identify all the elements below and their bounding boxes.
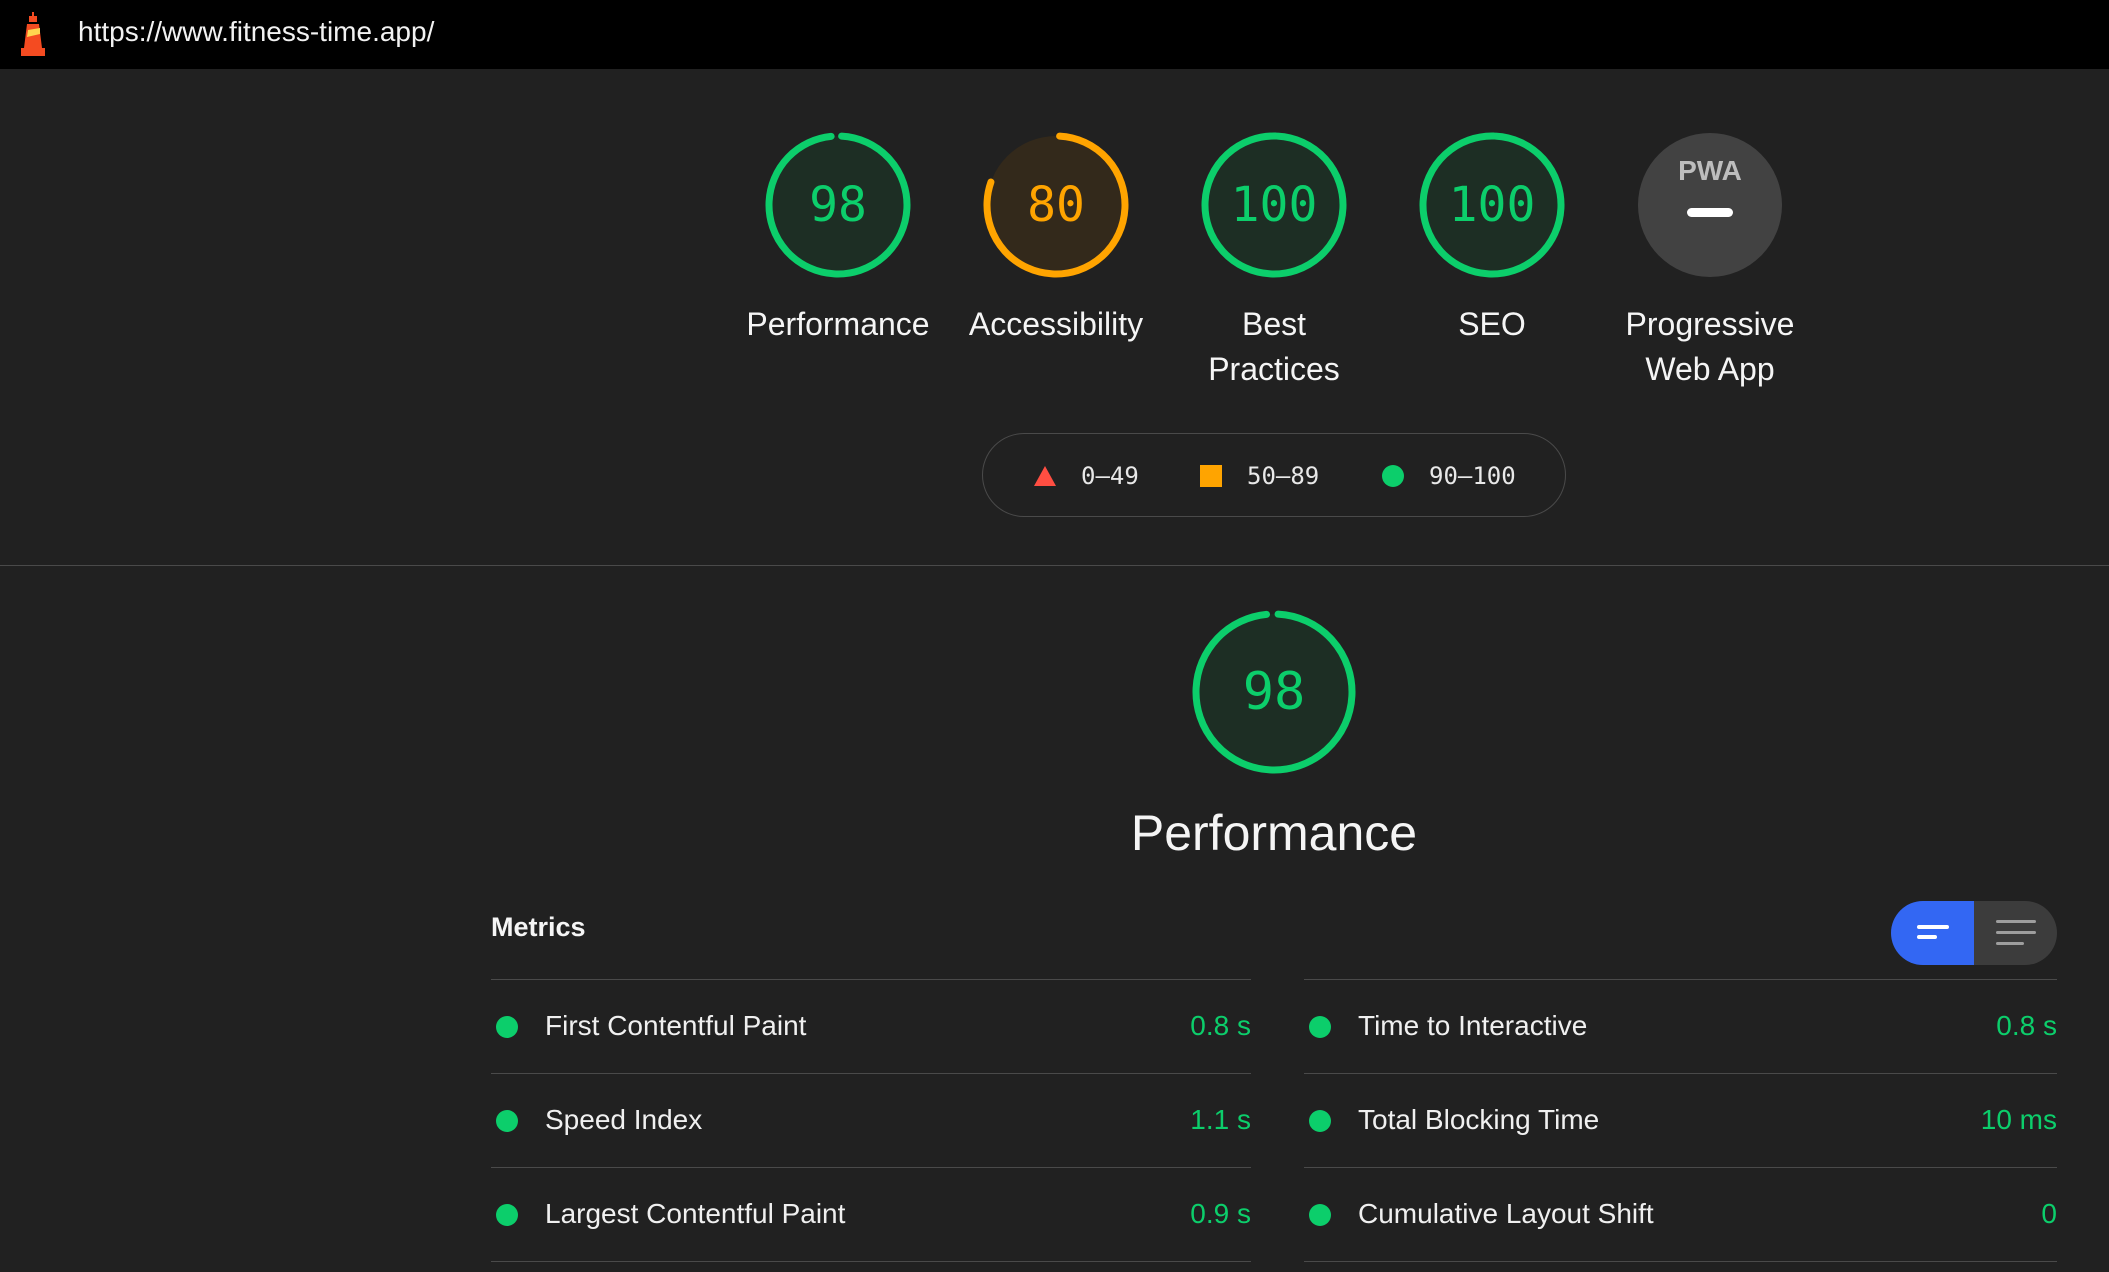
- summary-view-icon: [1916, 925, 1949, 939]
- section-title: Performance: [1130, 805, 1418, 861]
- compact-view-button[interactable]: [1891, 901, 1974, 965]
- legend-average-label: 50–89: [1247, 462, 1320, 490]
- metric-row[interactable]: Time to Interactive 0.8 s: [1304, 979, 2057, 1073]
- expanded-view-button[interactable]: [1974, 901, 2057, 965]
- legend-fail-label: 0–49: [1081, 462, 1139, 490]
- pass-indicator-icon: [496, 1110, 518, 1132]
- metric-value: 0.8 s: [1996, 1010, 2057, 1041]
- legend-fail: 0–49: [1033, 434, 1139, 518]
- gauge-best-practices[interactable]: 100 Best Practices: [1164, 130, 1384, 390]
- metrics-header: Metrics: [491, 912, 586, 942]
- metric-value: 0.8 s: [1190, 1010, 1251, 1041]
- gauge-label: Performance: [746, 306, 930, 342]
- pass-indicator-icon: [1309, 1204, 1331, 1226]
- metric-name: Total Blocking Time: [1358, 1104, 1600, 1135]
- metrics-view-toggle[interactable]: [1891, 901, 2057, 965]
- circle-icon: [1382, 465, 1404, 487]
- gauge-score: 80: [1027, 177, 1085, 233]
- gauge-score: 100: [1448, 177, 1536, 233]
- pass-indicator-icon: [1309, 1016, 1331, 1038]
- top-bar: https://www.fitness-time.app/: [0, 0, 2109, 69]
- list-view-icon: [1995, 920, 2036, 945]
- gauge-performance[interactable]: 98 Performance: [728, 130, 948, 390]
- metric-name: Time to Interactive: [1358, 1010, 1588, 1041]
- pwa-badge-icon: PWA: [1638, 133, 1782, 277]
- metric-name: Largest Contentful Paint: [545, 1198, 846, 1229]
- gauge-accessibility[interactable]: 80 Accessibility: [946, 130, 1166, 390]
- metrics-column-left: First Contentful Paint 0.8 s Speed Index…: [491, 979, 1251, 1262]
- metric-row[interactable]: First Contentful Paint 0.8 s: [491, 979, 1251, 1073]
- legend-pass-label: 90–100: [1429, 462, 1516, 490]
- svg-text:PWA: PWA: [1678, 155, 1742, 186]
- gauge-pwa[interactable]: PWA Progressive Web App: [1600, 130, 1820, 390]
- metric-row[interactable]: Largest Contentful Paint 0.9 s: [491, 1167, 1251, 1262]
- category-gauges: 98 Performance 80 Accessibility 100 Best…: [0, 130, 2109, 400]
- page-url: https://www.fitness-time.app/: [78, 16, 435, 47]
- legend-pass: 90–100: [1381, 434, 1516, 518]
- pass-indicator-icon: [496, 1016, 518, 1038]
- gauge-label: Best Practices: [1208, 306, 1340, 387]
- score-scale-legend: 0–49 50–89 90–100: [982, 433, 1566, 517]
- metric-value: 0: [2041, 1198, 2057, 1229]
- gauge-score: 100: [1230, 177, 1318, 233]
- performance-gauge-large: 98: [1190, 608, 1358, 776]
- performance-score: 98: [1242, 662, 1306, 722]
- section-divider: [0, 565, 2109, 566]
- lighthouse-icon: [21, 12, 45, 56]
- metric-row[interactable]: Cumulative Layout Shift 0: [1304, 1167, 2057, 1262]
- gauge-label: Progressive Web App: [1625, 306, 1795, 387]
- gauge-label: SEO: [1458, 306, 1526, 342]
- metrics-column-right: Time to Interactive 0.8 s Total Blocking…: [1304, 979, 2057, 1262]
- metric-value: 10 ms: [1980, 1104, 2057, 1135]
- pass-indicator-icon: [1309, 1110, 1331, 1132]
- pass-indicator-icon: [496, 1204, 518, 1226]
- metric-name: First Contentful Paint: [545, 1010, 807, 1041]
- triangle-icon: [1034, 466, 1056, 486]
- gauge-seo[interactable]: 100 SEO: [1382, 130, 1602, 390]
- square-icon: [1200, 465, 1222, 487]
- metric-row[interactable]: Total Blocking Time 10 ms: [1304, 1073, 2057, 1167]
- gauge-score: 98: [809, 177, 867, 233]
- gauge-label: Accessibility: [968, 306, 1144, 342]
- metric-value: 1.1 s: [1190, 1104, 1251, 1135]
- metric-row[interactable]: Speed Index 1.1 s: [491, 1073, 1251, 1167]
- legend-average: 50–89: [1199, 434, 1319, 518]
- metric-value: 0.9 s: [1190, 1198, 1251, 1229]
- metric-name: Cumulative Layout Shift: [1358, 1198, 1654, 1229]
- metric-name: Speed Index: [545, 1104, 703, 1135]
